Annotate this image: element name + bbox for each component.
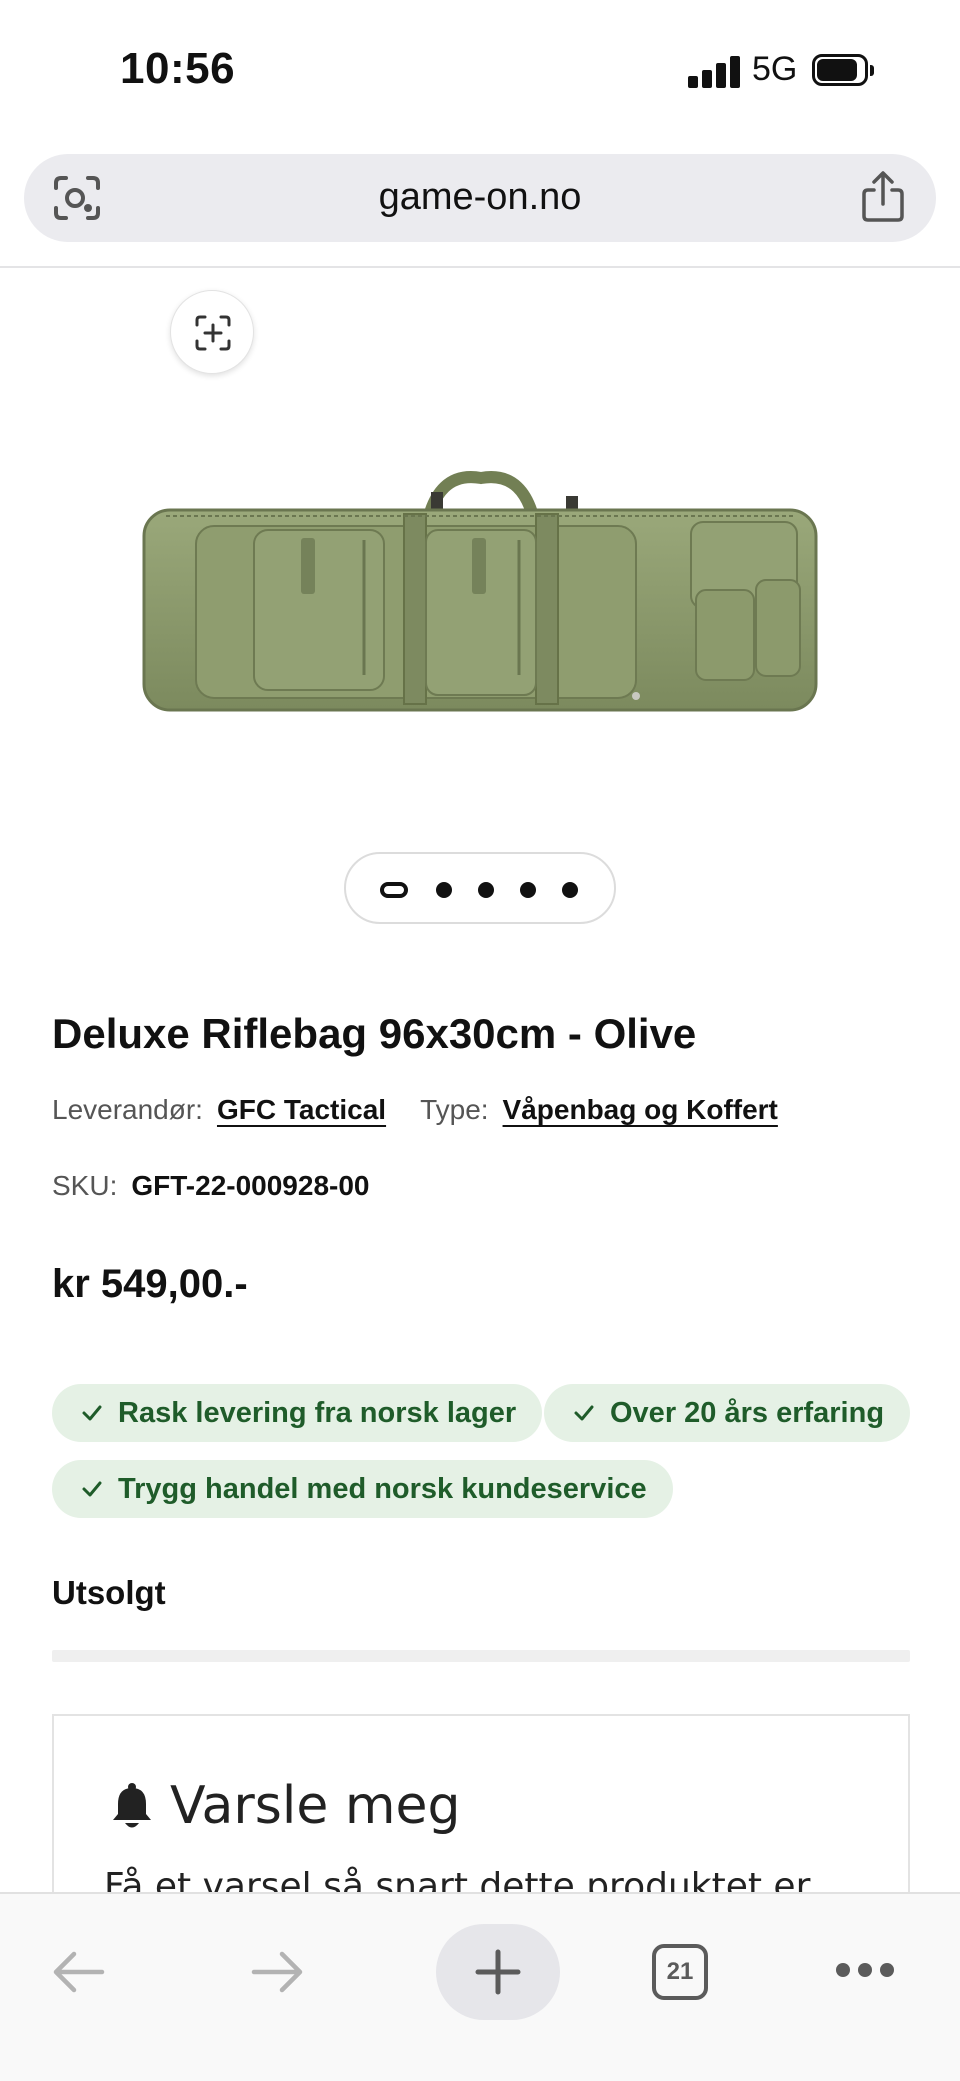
signal-icon [688, 56, 740, 88]
plus-icon [475, 1949, 521, 1995]
sku-value: GFT-22-000928-00 [131, 1170, 370, 1201]
more-icon[interactable] [836, 1960, 896, 1980]
url-text[interactable]: game-on.no [24, 176, 936, 219]
address-bar[interactable]: game-on.no [24, 154, 936, 242]
check-icon [82, 1405, 102, 1421]
badge-label: Trygg handel med norsk kundeservice [118, 1473, 647, 1505]
carousel-dot[interactable] [520, 882, 536, 898]
type-label: Type: [420, 1094, 489, 1125]
tabs-button[interactable]: 21 [652, 1944, 708, 2000]
product-image[interactable] [136, 470, 826, 730]
zoom-button[interactable] [170, 290, 254, 374]
new-tab-button[interactable] [436, 1924, 560, 2020]
vendor-link[interactable]: GFC Tactical [217, 1094, 386, 1125]
badge-label: Rask levering fra norsk lager [118, 1397, 517, 1429]
badge-fast-delivery: Rask levering fra norsk lager [52, 1384, 543, 1442]
sku-label: SKU: [52, 1170, 118, 1201]
carousel-dot[interactable] [478, 882, 494, 898]
type-link[interactable]: Våpenbag og Koffert [503, 1094, 778, 1125]
carousel-dots[interactable] [344, 852, 616, 924]
network-label: 5G [752, 50, 798, 88]
carousel-dot-active[interactable] [380, 882, 408, 898]
status-time: 10:56 [120, 44, 236, 93]
forward-arrow-icon[interactable] [248, 1942, 308, 2002]
badge-label: Over 20 års erfaring [610, 1397, 885, 1429]
carousel-dot[interactable] [562, 882, 578, 898]
share-icon[interactable] [856, 170, 910, 224]
badge-customer-service: Trygg handel med norsk kundeservice [52, 1460, 673, 1518]
carousel-dot[interactable] [436, 882, 452, 898]
check-icon [82, 1481, 102, 1497]
badge-experience: Over 20 års erfaring [544, 1384, 911, 1442]
divider [0, 266, 960, 268]
bottom-toolbar: 21 [0, 1892, 960, 2081]
battery-icon [812, 54, 874, 86]
notify-title: Varsle meg [170, 1776, 461, 1836]
bell-icon [113, 1783, 151, 1828]
stock-status: Utsolgt [52, 1574, 166, 1611]
separator-bar [52, 1650, 910, 1662]
check-icon [574, 1405, 594, 1421]
product-title: Deluxe Riflebag 96x30cm - Olive [52, 1010, 697, 1057]
price: kr 549,00.- [52, 1262, 248, 1306]
vendor-label: Leverandør: [52, 1094, 203, 1125]
sku-row: SKU: GFT-22-000928-00 [52, 1170, 370, 1202]
vendor-type-row: Leverandør: GFC Tactical Type: Våpenbag og … [52, 1094, 812, 1126]
status-bar: 10:56 5G [0, 0, 960, 140]
back-arrow-icon[interactable] [48, 1942, 108, 2002]
page: 10:56 5G game-on.no Deluxe Riflebag 96x3… [0, 0, 960, 2081]
zoom-icon [195, 315, 231, 351]
